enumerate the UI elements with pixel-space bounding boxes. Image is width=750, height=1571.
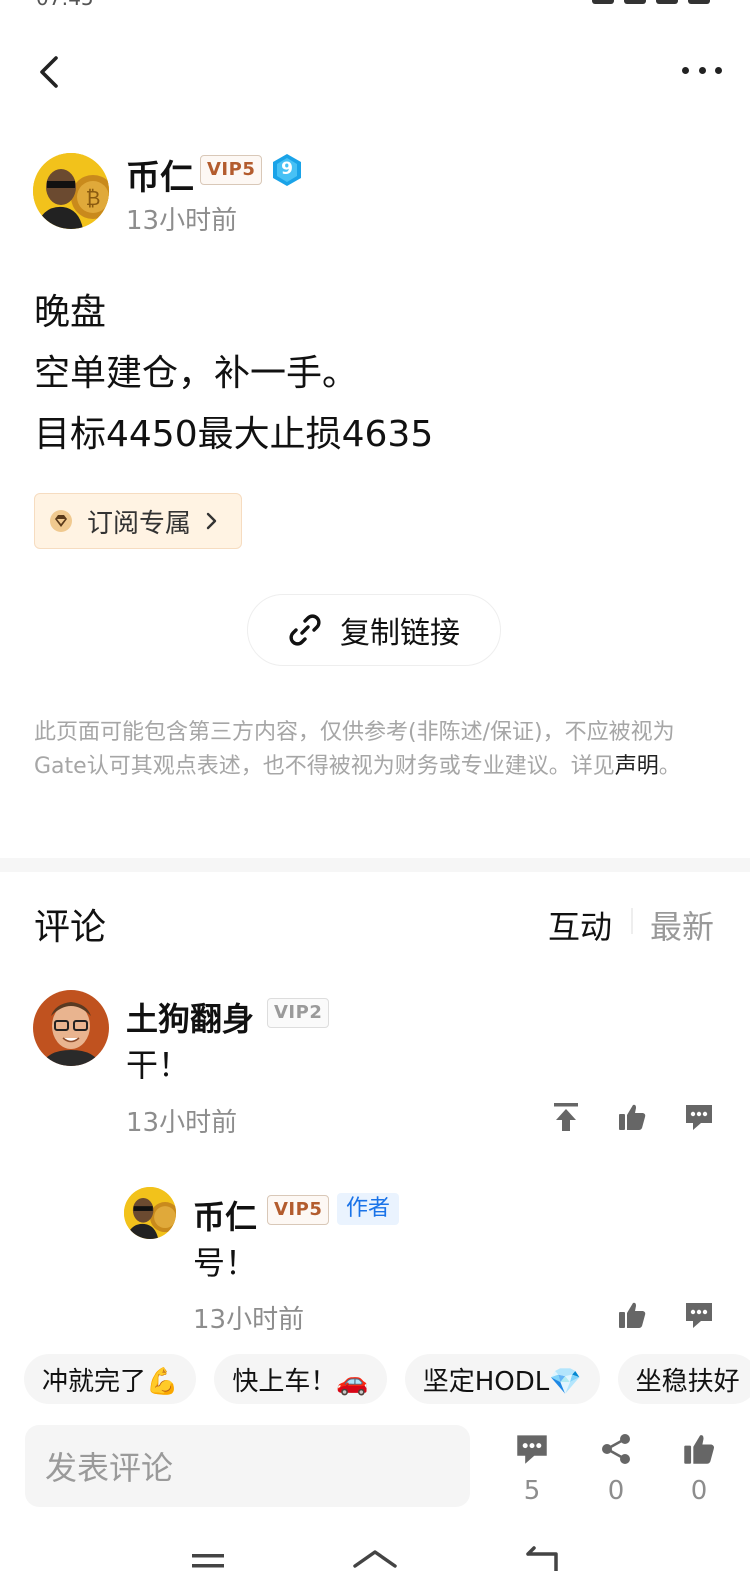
status-bar: 07:45 [0,0,750,12]
sort-interaction-tab[interactable]: 互动 [548,902,612,948]
reply-author-avatar[interactable] [124,1187,176,1239]
author-badge: 作者 [337,1193,400,1225]
status-icons [592,0,710,4]
comment-reply-button[interactable] [683,1101,715,1133]
sort-separator [631,908,633,934]
quick-reply-chips: 冲就完了💪 快上车！🚗 坚定HODL💎 坐稳扶好 [24,1354,750,1406]
chat-bubble-icon [686,1303,712,1328]
more-dots-icon [682,66,689,74]
quick-reply-chip[interactable]: 快上车！🚗 [214,1354,387,1404]
like-button[interactable]: 0 [669,1432,729,1506]
level-number: 9 [281,159,293,179]
quick-reply-chip[interactable]: 坚定HODL💎 [404,1354,600,1404]
copy-link-button[interactable]: 复制链接 [247,594,501,666]
post-content: 晚盘 空单建仓，补一手。 目标4450最大止损4635 [34,282,433,465]
reply-text: 号！ [193,1244,258,1282]
subscribe-button[interactable]: 订阅专属 [34,493,242,549]
copy-link-label: 复制链接 [340,616,460,651]
thumbs-up-icon [684,1435,715,1464]
pin-top-button[interactable] [550,1101,582,1133]
comment-text: 干！ [126,1046,191,1084]
commenter-name[interactable]: 土狗翻身 [126,994,254,1040]
reply-reply-button[interactable] [683,1299,715,1331]
more-button[interactable] [682,56,722,84]
reply-vip-badge: VIP5 [267,1195,330,1225]
back-button[interactable] [36,52,66,92]
diamond-icon [50,510,72,532]
share-button[interactable]: 0 [586,1432,646,1506]
share-count: 0 [607,1476,625,1506]
post-line: 目标4450最大止损4635 [34,414,434,455]
section-divider [0,858,750,872]
status-time: 07:45 [36,0,94,10]
link-icon [289,614,321,646]
subscribe-label: 订阅专属 [87,508,192,539]
quick-reply-chip[interactable]: 冲就完了💪 [24,1354,197,1404]
chevron-right-icon [206,512,217,530]
level-badge: 9 [271,153,303,187]
comments-title: 评论 [34,907,107,948]
disclaimer: 此页面可能包含第三方内容，仅供参考(非陈述/保证)，不应被视为Gate认可其观点… [34,716,714,784]
commenter-vip-badge: VIP2 [267,998,330,1028]
chat-bubble-icon [686,1105,712,1130]
svg-text:₿: ₿ [86,186,101,210]
like-count: 0 [690,1476,708,1506]
chat-bubble-icon [517,1435,547,1464]
reply-author-name[interactable]: 币仁 [193,1192,257,1238]
quick-reply-chip[interactable]: 坐稳扶好 [617,1354,750,1404]
back-nav-icon [526,1546,558,1571]
disclaimer-text: 此页面可能包含第三方内容，仅供参考(非陈述/保证)，不应被视为Gate认可其观点… [34,720,675,779]
commenter-avatar[interactable] [33,990,109,1066]
reply-like-button[interactable] [616,1299,648,1331]
comments-count-button[interactable]: 5 [502,1432,562,1506]
home-nav-icon [353,1550,397,1568]
author-name[interactable]: 币仁 [126,150,194,199]
chevron-left-icon [40,56,58,88]
reply-time: 13小时前 [193,1305,305,1335]
comment-input[interactable]: 发表评论 [25,1425,470,1507]
post-line: 晚盘 [34,292,107,333]
share-icon [602,1434,630,1464]
disclaimer-suffix: 。 [658,754,681,779]
author-vip-badge: VIP5 [200,155,263,185]
comment-time: 13小时前 [126,1108,238,1138]
author-avatar[interactable]: ₿ [33,153,109,229]
thumbs-up-icon [619,1302,646,1328]
comment-like-button[interactable] [616,1101,648,1133]
post-time: 13小时前 [126,206,238,236]
sort-latest-tab[interactable]: 最新 [650,902,714,948]
pin-top-icon [554,1103,578,1131]
disclaimer-link[interactable]: 声明 [615,754,659,779]
thumbs-up-icon [619,1104,646,1130]
comments-count: 5 [523,1476,541,1506]
system-nav-bar [0,1540,750,1571]
post-line: 空单建仓，补一手。 [34,353,359,394]
menu-nav-icon [192,1554,224,1568]
